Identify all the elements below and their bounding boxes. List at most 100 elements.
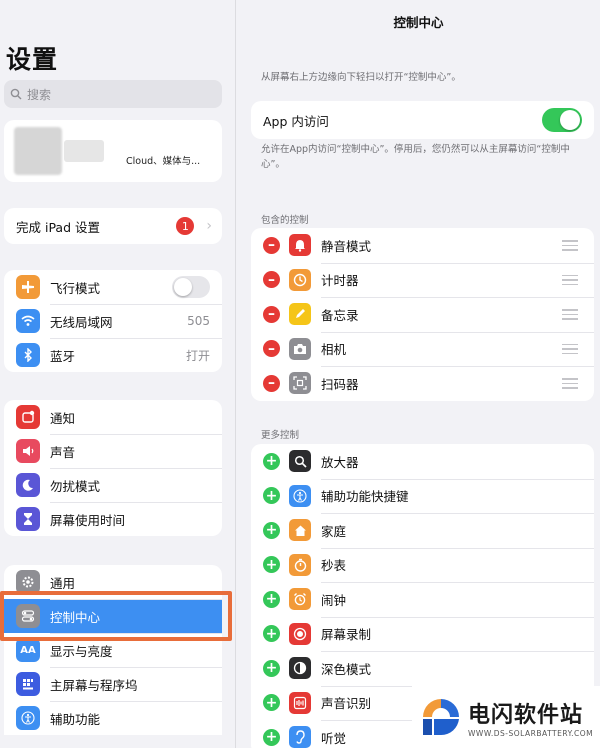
add-button[interactable]: + <box>263 452 280 470</box>
add-button[interactable]: + <box>263 556 280 574</box>
notifications-group: 通知 声音 勿扰模式 屏幕使用时间 <box>4 400 222 536</box>
reorder-handle[interactable] <box>562 378 578 389</box>
bluetooth-icon <box>16 343 40 367</box>
connectivity-group: 飞行模式 无线局域网 505 蓝牙 打开 <box>4 270 222 372</box>
home-icon <box>289 519 311 542</box>
accessibility-icon <box>16 706 40 730</box>
sidebar-item-bluetooth[interactable]: 蓝牙 打开 <box>4 338 222 372</box>
sidebar-item-screen-time[interactable]: 屏幕使用时间 <box>4 502 222 536</box>
sidebar-item-label: 通用 <box>50 575 76 591</box>
control-label: 扫码器 <box>321 376 359 392</box>
display-icon: AA <box>16 638 40 662</box>
dark-mode-icon <box>289 657 311 680</box>
bell-icon <box>289 234 311 257</box>
add-button[interactable]: + <box>263 487 280 505</box>
sidebar-item-do-not-disturb[interactable]: 勿扰模式 <box>4 468 222 502</box>
profile-name-redacted <box>64 140 104 162</box>
control-label: 辅助功能快捷键 <box>321 489 409 505</box>
settings-sidebar: 设置 搜索 Cloud、媒体与... 完成 iPad 设置 1 › 飞行模式 无… <box>0 0 236 748</box>
more-control-accessibility-shortcut: + 辅助功能快捷键 <box>251 478 594 514</box>
control-label: 静音模式 <box>321 238 372 254</box>
search-placeholder: 搜索 <box>27 87 52 102</box>
app-access-label: App 内访问 <box>263 113 329 129</box>
sidebar-item-label: 主屏幕与程序坞 <box>50 677 138 693</box>
app-access-toggle[interactable] <box>542 108 582 132</box>
reorder-handle[interactable] <box>562 343 578 354</box>
sidebar-item-label: 显示与亮度 <box>50 643 113 659</box>
control-label: 屏幕录制 <box>321 627 372 643</box>
wifi-icon <box>16 309 40 333</box>
included-control-camera: – 相机 <box>251 331 594 367</box>
more-control-stopwatch: + 秒表 <box>251 547 594 583</box>
setup-group: 完成 iPad 设置 1 › <box>4 208 222 244</box>
airplane-mode-toggle[interactable] <box>172 276 210 298</box>
included-control-code-scanner: – 扫码器 <box>251 366 594 401</box>
add-button[interactable]: + <box>263 728 280 746</box>
reorder-handle[interactable] <box>562 240 578 251</box>
sidebar-item-label: 勿扰模式 <box>50 478 101 494</box>
home-screen-icon <box>16 672 40 696</box>
intro-note: 从屏幕右上方边缘向下轻扫以打开“控制中心”。 <box>261 72 461 83</box>
remove-button[interactable]: – <box>263 236 280 254</box>
remove-button[interactable]: – <box>263 271 280 289</box>
hourglass-icon <box>16 507 40 531</box>
chevron-right-icon: › <box>206 218 212 234</box>
control-label: 秒表 <box>321 558 347 574</box>
add-button[interactable]: + <box>263 694 280 712</box>
setup-label: 完成 iPad 设置 <box>16 219 100 235</box>
control-label: 深色模式 <box>321 661 372 677</box>
control-label: 家庭 <box>321 523 347 539</box>
app-access-group: App 内访问 <box>251 101 594 139</box>
control-center-pane: 控制中心 从屏幕右上方边缘向下轻扫以打开“控制中心”。 App 内访问 允许在A… <box>237 0 600 748</box>
search-field[interactable]: 搜索 <box>4 80 222 108</box>
sidebar-item-notifications[interactable]: 通知 <box>4 400 222 434</box>
reorder-handle[interactable] <box>562 274 578 285</box>
add-button[interactable]: + <box>263 625 280 643</box>
search-icon <box>10 88 22 100</box>
sidebar-item-wifi[interactable]: 无线局域网 505 <box>4 304 222 338</box>
add-button[interactable]: + <box>263 590 280 608</box>
remove-button[interactable]: – <box>263 340 280 358</box>
sidebar-item-home-screen-dock[interactable]: 主屏幕与程序坞 <box>4 667 222 701</box>
add-button[interactable]: + <box>263 521 280 539</box>
setup-badge: 1 <box>176 217 195 235</box>
accessibility-icon <box>289 484 311 507</box>
control-label: 闹钟 <box>321 592 347 608</box>
control-label: 放大器 <box>321 454 359 470</box>
more-control-alarm: + 闹钟 <box>251 582 594 617</box>
more-controls-header: 更多控制 <box>261 430 300 441</box>
airplane-icon <box>16 275 40 299</box>
more-control-dark-mode: + 深色模式 <box>251 651 594 686</box>
remove-button[interactable]: – <box>263 374 280 392</box>
app-access-row: App 内访问 <box>251 101 594 139</box>
watermark-logo-icon <box>423 699 459 736</box>
moon-icon <box>16 473 40 497</box>
sidebar-item-label: 飞行模式 <box>50 280 101 296</box>
reorder-handle[interactable] <box>562 309 578 320</box>
finish-ipad-setup[interactable]: 完成 iPad 设置 1 › <box>4 208 222 244</box>
speaker-icon <box>16 439 40 463</box>
timer-icon <box>289 268 311 291</box>
wifi-network-value: 505 <box>187 314 210 328</box>
qr-scanner-icon <box>289 372 311 395</box>
add-button[interactable]: + <box>263 659 280 677</box>
stopwatch-icon <box>289 553 311 576</box>
remove-button[interactable]: – <box>263 305 280 323</box>
alarm-icon <box>289 588 311 611</box>
camera-icon <box>289 337 311 360</box>
sidebar-item-accessibility[interactable]: 辅助功能 <box>4 701 222 735</box>
watermark-name: 电闪软件站 <box>468 702 584 728</box>
apple-id-profile[interactable]: Cloud、媒体与... <box>4 120 222 182</box>
control-label: 备忘录 <box>321 307 359 323</box>
sidebar-item-sounds[interactable]: 声音 <box>4 434 222 468</box>
control-label: 相机 <box>321 342 347 358</box>
sidebar-item-airplane-mode[interactable]: 飞行模式 <box>4 270 222 304</box>
included-control-silent-mode: – 静音模式 <box>251 228 594 263</box>
included-controls-list: – 静音模式 – 计时器 – 备忘录 – 相机 – 扫码器 <box>251 228 594 401</box>
notification-icon <box>16 405 40 429</box>
page-title: 控制中心 <box>393 15 444 30</box>
more-control-magnifier: + 放大器 <box>251 444 594 479</box>
more-control-screen-recording: + 屏幕录制 <box>251 616 594 652</box>
magnifier-icon <box>289 450 311 473</box>
sidebar-item-label: 无线局域网 <box>50 314 113 330</box>
